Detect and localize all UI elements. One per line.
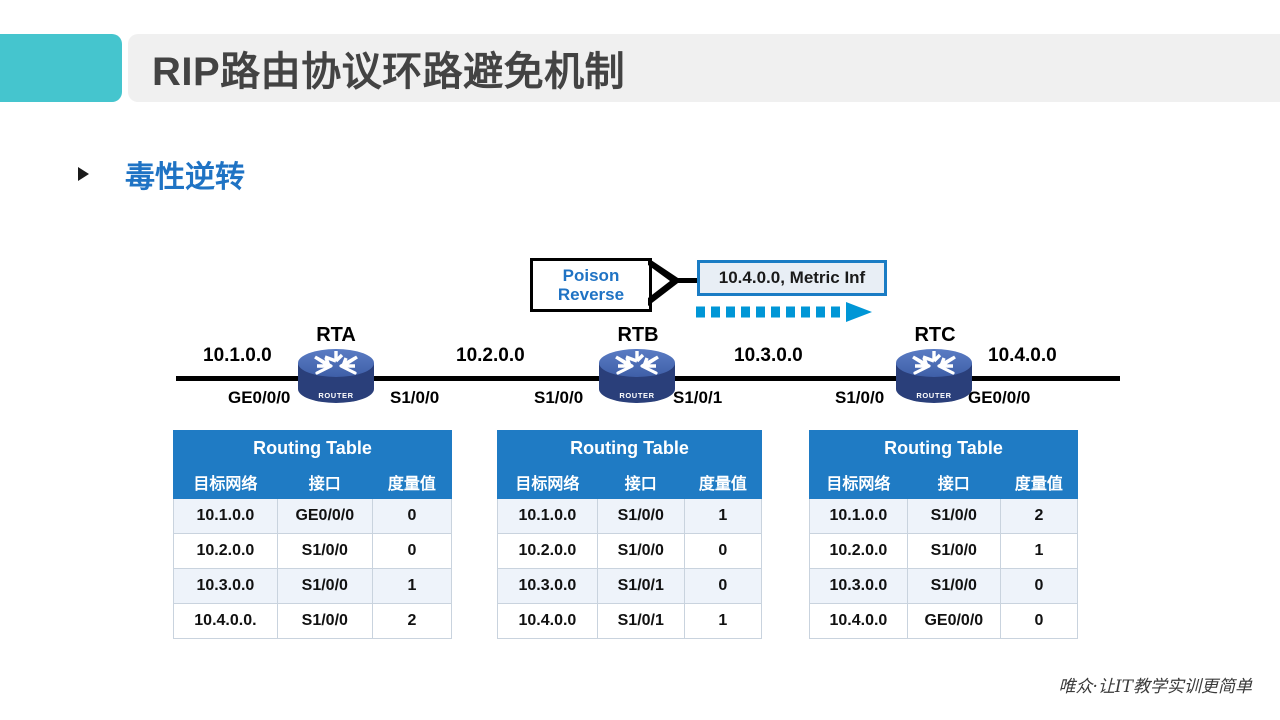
cell-metric: 0 bbox=[371, 498, 453, 534]
table-row: 10.2.0.0 S1/0/0 0 bbox=[173, 533, 453, 569]
cell-metric: 0 bbox=[683, 533, 763, 569]
cell-metric: 1 bbox=[683, 603, 763, 639]
table-row: 10.2.0.0 S1/0/0 0 bbox=[497, 533, 763, 569]
svg-text:ROUTER: ROUTER bbox=[916, 391, 951, 400]
cell-destination: 10.3.0.0 bbox=[809, 568, 908, 604]
cell-destination: 10.3.0.0 bbox=[497, 568, 598, 604]
cell-destination: 10.2.0.0 bbox=[497, 533, 598, 569]
table-row: 10.4.0.0 GE0/0/0 0 bbox=[809, 603, 1079, 639]
cell-interface: S1/0/0 bbox=[276, 603, 373, 639]
router-name-rta: RTA bbox=[316, 324, 356, 346]
router-icon-rtb: ROUTER bbox=[599, 349, 675, 403]
cell-interface: S1/0/0 bbox=[906, 568, 1001, 604]
table-row: 10.1.0.0 GE0/0/0 0 bbox=[173, 498, 453, 534]
column-header-metric: 度量值 bbox=[683, 465, 763, 499]
interface-label-rtb-left: S1/0/0 bbox=[534, 388, 584, 407]
slide-header: RIP路由协议环路避免机制 bbox=[0, 34, 1280, 102]
table-row: 10.3.0.0 S1/0/1 0 bbox=[497, 568, 763, 604]
table-row: 10.2.0.0 S1/0/0 1 bbox=[809, 533, 1079, 569]
svg-text:ROUTER: ROUTER bbox=[619, 391, 654, 400]
cell-destination: 10.1.0.0 bbox=[497, 498, 598, 534]
cell-metric: 1 bbox=[371, 568, 453, 604]
network-label-10-1-0-0: 10.1.0.0 bbox=[203, 345, 272, 366]
header-accent-block bbox=[0, 34, 122, 102]
cell-interface: S1/0/1 bbox=[596, 603, 685, 639]
routing-table-rta: Routing Table 目标网络 接口 度量值 10.1.0.0 GE0/0… bbox=[173, 430, 453, 639]
callout-line-1: Poison bbox=[562, 265, 620, 285]
interface-label-rta-right: S1/0/0 bbox=[390, 388, 440, 407]
router-icon-rta: ROUTER bbox=[298, 349, 374, 403]
column-header-metric: 度量值 bbox=[999, 465, 1079, 499]
interface-label-rta-left: GE0/0/0 bbox=[228, 388, 291, 407]
routing-table-rtc: Routing Table 目标网络 接口 度量值 10.1.0.0 S1/0/… bbox=[809, 430, 1079, 639]
router-name-rtc: RTC bbox=[914, 324, 956, 346]
router-icon-rtc: ROUTER bbox=[896, 349, 972, 403]
cell-interface: S1/0/0 bbox=[276, 568, 373, 604]
column-header-metric: 度量值 bbox=[371, 465, 453, 499]
bullet-item-label: 毒性逆转 bbox=[125, 161, 245, 194]
cell-interface: S1/0/0 bbox=[596, 498, 685, 534]
network-label-10-4-0-0: 10.4.0.0 bbox=[988, 345, 1057, 366]
cell-destination: 10.2.0.0 bbox=[173, 533, 278, 569]
dashed-right-arrow-icon bbox=[696, 302, 872, 322]
routing-table-title: Routing Table bbox=[809, 430, 1078, 466]
column-header-destination: 目标网络 bbox=[173, 465, 278, 499]
cell-destination: 10.1.0.0 bbox=[173, 498, 278, 534]
column-header-interface: 接口 bbox=[906, 465, 1001, 499]
table-row: 10.1.0.0 S1/0/0 2 bbox=[809, 498, 1079, 534]
cell-destination: 10.4.0.0 bbox=[809, 603, 908, 639]
interface-label-rtc-left: S1/0/0 bbox=[835, 388, 885, 407]
router-name-rtb: RTB bbox=[617, 324, 659, 346]
cell-interface: S1/0/0 bbox=[276, 533, 373, 569]
interface-label-rtc-right: GE0/0/0 bbox=[968, 388, 1031, 407]
column-header-interface: 接口 bbox=[276, 465, 373, 499]
cell-metric: 0 bbox=[371, 533, 453, 569]
cell-interface: S1/0/1 bbox=[596, 568, 685, 604]
svg-text:ROUTER: ROUTER bbox=[318, 391, 353, 400]
cell-metric: 0 bbox=[683, 568, 763, 604]
cell-metric: 0 bbox=[999, 568, 1079, 604]
cell-metric: 1 bbox=[999, 533, 1079, 569]
page-title: RIP路由协议环路避免机制 bbox=[152, 50, 626, 94]
cell-interface: S1/0/0 bbox=[906, 498, 1001, 534]
table-row: 10.3.0.0 S1/0/0 1 bbox=[173, 568, 453, 604]
cell-destination: 10.4.0.0 bbox=[497, 603, 598, 639]
table-row: 10.4.0.0 S1/0/1 1 bbox=[497, 603, 763, 639]
footer-branding: 唯众·让IT教学实训更简单 bbox=[1058, 677, 1252, 697]
table-row: 10.4.0.0. S1/0/0 2 bbox=[173, 603, 453, 639]
network-label-10-2-0-0: 10.2.0.0 bbox=[456, 345, 525, 366]
routing-table-title: Routing Table bbox=[497, 430, 762, 466]
cell-interface: GE0/0/0 bbox=[906, 603, 1001, 639]
cell-destination: 10.2.0.0 bbox=[809, 533, 908, 569]
cell-metric: 1 bbox=[683, 498, 763, 534]
cell-destination: 10.3.0.0 bbox=[173, 568, 278, 604]
column-header-destination: 目标网络 bbox=[809, 465, 908, 499]
cell-metric: 2 bbox=[999, 498, 1079, 534]
routing-table-title: Routing Table bbox=[173, 430, 452, 466]
routing-table-rtb: Routing Table 目标网络 接口 度量值 10.1.0.0 S1/0/… bbox=[497, 430, 763, 639]
cell-destination: 10.4.0.0. bbox=[173, 603, 278, 639]
cell-metric: 0 bbox=[999, 603, 1079, 639]
table-row: 10.1.0.0 S1/0/0 1 bbox=[497, 498, 763, 534]
network-label-10-3-0-0: 10.3.0.0 bbox=[734, 345, 803, 366]
cell-interface: S1/0/0 bbox=[906, 533, 1001, 569]
column-header-interface: 接口 bbox=[596, 465, 685, 499]
bullet-item: 毒性逆转 bbox=[78, 152, 245, 196]
column-header-destination: 目标网络 bbox=[497, 465, 598, 499]
triangle-bullet-icon bbox=[78, 167, 89, 181]
cell-interface: S1/0/0 bbox=[596, 533, 685, 569]
table-row: 10.3.0.0 S1/0/0 0 bbox=[809, 568, 1079, 604]
cell-interface: GE0/0/0 bbox=[276, 498, 373, 534]
poison-reverse-callout: Poison Reverse bbox=[530, 258, 652, 312]
cell-destination: 10.1.0.0 bbox=[809, 498, 908, 534]
cell-metric: 2 bbox=[371, 603, 453, 639]
callout-line-2: Reverse bbox=[557, 285, 625, 304]
metric-update-box: 10.4.0.0, Metric Inf bbox=[697, 260, 887, 296]
interface-label-rtb-right: S1/0/1 bbox=[673, 388, 723, 407]
